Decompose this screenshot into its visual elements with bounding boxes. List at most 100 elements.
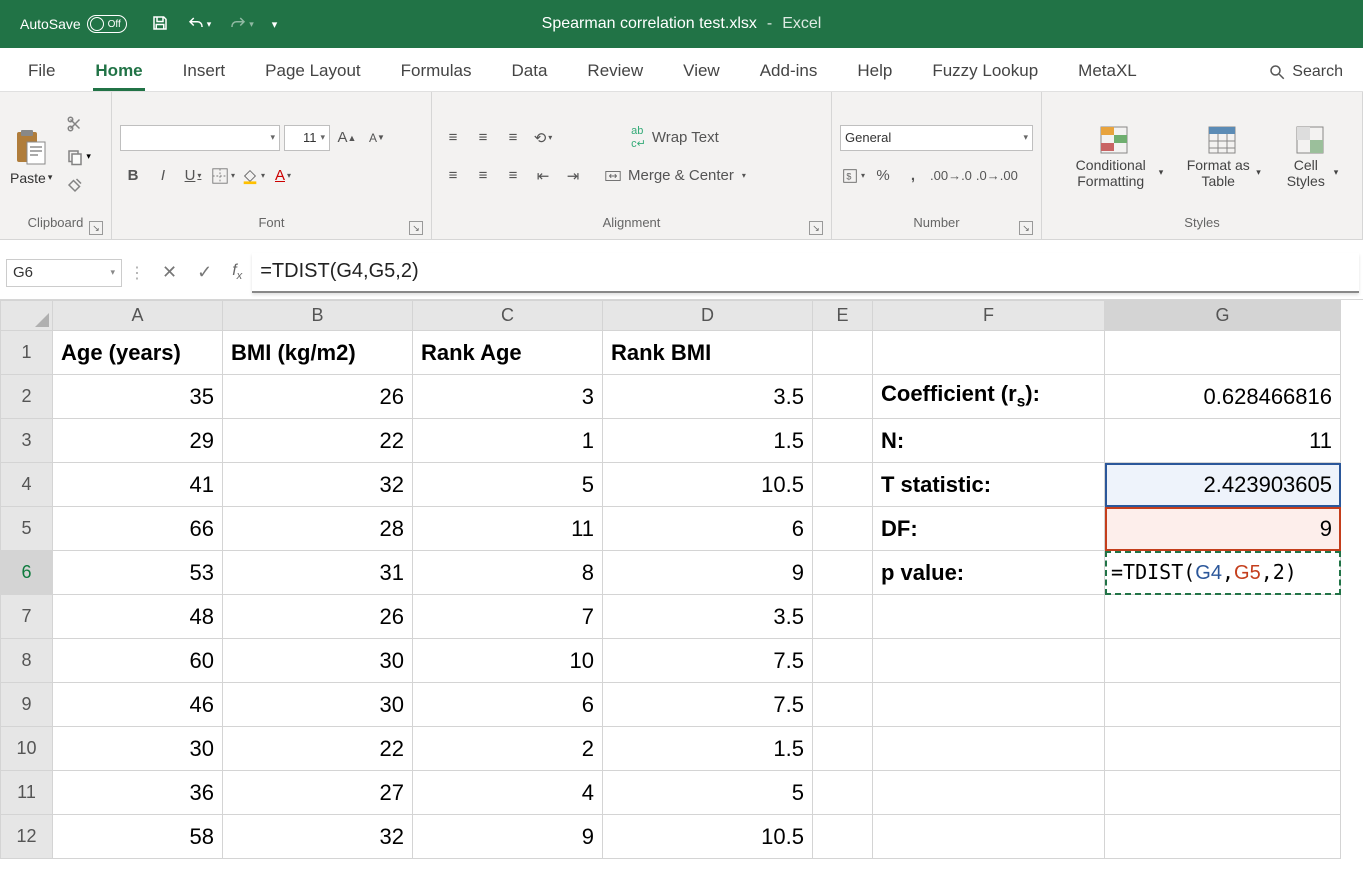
tell-me-search[interactable]: Search — [1256, 53, 1355, 91]
row-header-2[interactable]: 2 — [1, 375, 53, 419]
cell-A9[interactable]: 46 — [53, 683, 223, 727]
cell-A6[interactable]: 53 — [53, 551, 223, 595]
cell-C5[interactable]: 11 — [413, 507, 603, 551]
tab-fuzzy-lookup[interactable]: Fuzzy Lookup — [912, 51, 1058, 91]
cell-C7[interactable]: 7 — [413, 595, 603, 639]
cell-B1[interactable]: BMI (kg/m2) — [223, 331, 413, 375]
cell-G2[interactable]: 0.628466816 — [1105, 375, 1341, 419]
name-box[interactable]: G6▾ — [6, 259, 122, 287]
bold-button[interactable]: B — [120, 163, 146, 189]
cell-D4[interactable]: 10.5 — [603, 463, 813, 507]
row-header-3[interactable]: 3 — [1, 419, 53, 463]
underline-button[interactable]: U▾ — [180, 163, 206, 189]
cell-B10[interactable]: 22 — [223, 727, 413, 771]
cell-C3[interactable]: 1 — [413, 419, 603, 463]
cell-G12[interactable] — [1105, 815, 1341, 859]
row-header-7[interactable]: 7 — [1, 595, 53, 639]
cell-D8[interactable]: 7.5 — [603, 639, 813, 683]
row-header-4[interactable]: 4 — [1, 463, 53, 507]
increase-font-icon[interactable]: A▲ — [334, 125, 360, 151]
cell-F12[interactable] — [873, 815, 1105, 859]
cell-C8[interactable]: 10 — [413, 639, 603, 683]
col-header-B[interactable]: B — [223, 301, 413, 331]
tab-help[interactable]: Help — [837, 51, 912, 91]
cell-D9[interactable]: 7.5 — [603, 683, 813, 727]
cell-B2[interactable]: 26 — [223, 375, 413, 419]
align-center-icon[interactable]: ≡ — [470, 163, 496, 189]
tab-home[interactable]: Home — [75, 51, 162, 91]
number-format-combo[interactable]: General▾ — [840, 125, 1033, 151]
cell-B12[interactable]: 32 — [223, 815, 413, 859]
tab-file[interactable]: File — [8, 51, 75, 91]
cell-E3[interactable] — [813, 419, 873, 463]
align-bottom-icon[interactable]: ≡ — [500, 125, 526, 151]
increase-indent-icon[interactable]: ⇥ — [560, 163, 586, 189]
cell-B9[interactable]: 30 — [223, 683, 413, 727]
cell-F11[interactable] — [873, 771, 1105, 815]
cell-B11[interactable]: 27 — [223, 771, 413, 815]
italic-button[interactable]: I — [150, 163, 176, 189]
cell-G4[interactable]: 2.423903605 — [1105, 463, 1341, 507]
accounting-format-icon[interactable]: $▾ — [840, 163, 866, 189]
row-header-1[interactable]: 1 — [1, 331, 53, 375]
cell-E7[interactable] — [813, 595, 873, 639]
cell-E5[interactable] — [813, 507, 873, 551]
tab-addins[interactable]: Add-ins — [740, 51, 838, 91]
enter-formula-icon[interactable]: ✓ — [197, 262, 212, 283]
comma-format-icon[interactable]: , — [900, 163, 926, 189]
cell-G6[interactable]: =TDIST(G4,G5,2) — [1105, 551, 1341, 595]
alignment-launcher[interactable]: ↘ — [809, 221, 823, 235]
cell-F4[interactable]: T statistic: — [873, 463, 1105, 507]
row-header-10[interactable]: 10 — [1, 727, 53, 771]
cell-E9[interactable] — [813, 683, 873, 727]
number-launcher[interactable]: ↘ — [1019, 221, 1033, 235]
tab-insert[interactable]: Insert — [163, 51, 246, 91]
cell-F9[interactable] — [873, 683, 1105, 727]
align-left-icon[interactable]: ≡ — [440, 163, 466, 189]
cell-A11[interactable]: 36 — [53, 771, 223, 815]
cell-B8[interactable]: 30 — [223, 639, 413, 683]
decrease-decimal-icon[interactable]: .0→.00 — [976, 163, 1018, 189]
cell-F3[interactable]: N: — [873, 419, 1105, 463]
cell-A10[interactable]: 30 — [53, 727, 223, 771]
cell-C1[interactable]: Rank Age — [413, 331, 603, 375]
cell-D10[interactable]: 1.5 — [603, 727, 813, 771]
cell-C11[interactable]: 4 — [413, 771, 603, 815]
font-size-combo[interactable]: 11▾ — [284, 125, 330, 151]
spreadsheet-grid[interactable]: ABCDEFG1Age (years)BMI (kg/m2)Rank AgeRa… — [0, 300, 1363, 859]
cell-E6[interactable] — [813, 551, 873, 595]
copy-icon[interactable]: ▾ — [66, 148, 91, 166]
cell-C10[interactable]: 2 — [413, 727, 603, 771]
row-header-6[interactable]: 6 — [1, 551, 53, 595]
align-top-icon[interactable]: ≡ — [440, 125, 466, 151]
cell-B5[interactable]: 28 — [223, 507, 413, 551]
increase-decimal-icon[interactable]: .00→.0 — [930, 163, 972, 189]
cell-F7[interactable] — [873, 595, 1105, 639]
cell-E11[interactable] — [813, 771, 873, 815]
cell-F2[interactable]: Coefficient (rs): — [873, 375, 1105, 419]
row-header-5[interactable]: 5 — [1, 507, 53, 551]
cell-C12[interactable]: 9 — [413, 815, 603, 859]
align-right-icon[interactable]: ≡ — [500, 163, 526, 189]
cell-A4[interactable]: 41 — [53, 463, 223, 507]
tab-data[interactable]: Data — [492, 51, 568, 91]
cell-F8[interactable] — [873, 639, 1105, 683]
cell-G7[interactable] — [1105, 595, 1341, 639]
cell-D12[interactable]: 10.5 — [603, 815, 813, 859]
cell-A12[interactable]: 58 — [53, 815, 223, 859]
font-name-combo[interactable]: ▾ — [120, 125, 280, 151]
cell-F10[interactable] — [873, 727, 1105, 771]
row-header-11[interactable]: 11 — [1, 771, 53, 815]
cell-A7[interactable]: 48 — [53, 595, 223, 639]
cell-G5[interactable]: 9 — [1105, 507, 1341, 551]
formula-input[interactable] — [252, 253, 1359, 293]
cell-E2[interactable] — [813, 375, 873, 419]
cell-A2[interactable]: 35 — [53, 375, 223, 419]
col-header-F[interactable]: F — [873, 301, 1105, 331]
cell-B7[interactable]: 26 — [223, 595, 413, 639]
cell-C6[interactable]: 8 — [413, 551, 603, 595]
merge-center-button[interactable]: Merge & Center▾ — [598, 163, 752, 189]
font-launcher[interactable]: ↘ — [409, 221, 423, 235]
tab-review[interactable]: Review — [567, 51, 663, 91]
autosave-switch[interactable]: Off — [87, 15, 127, 33]
